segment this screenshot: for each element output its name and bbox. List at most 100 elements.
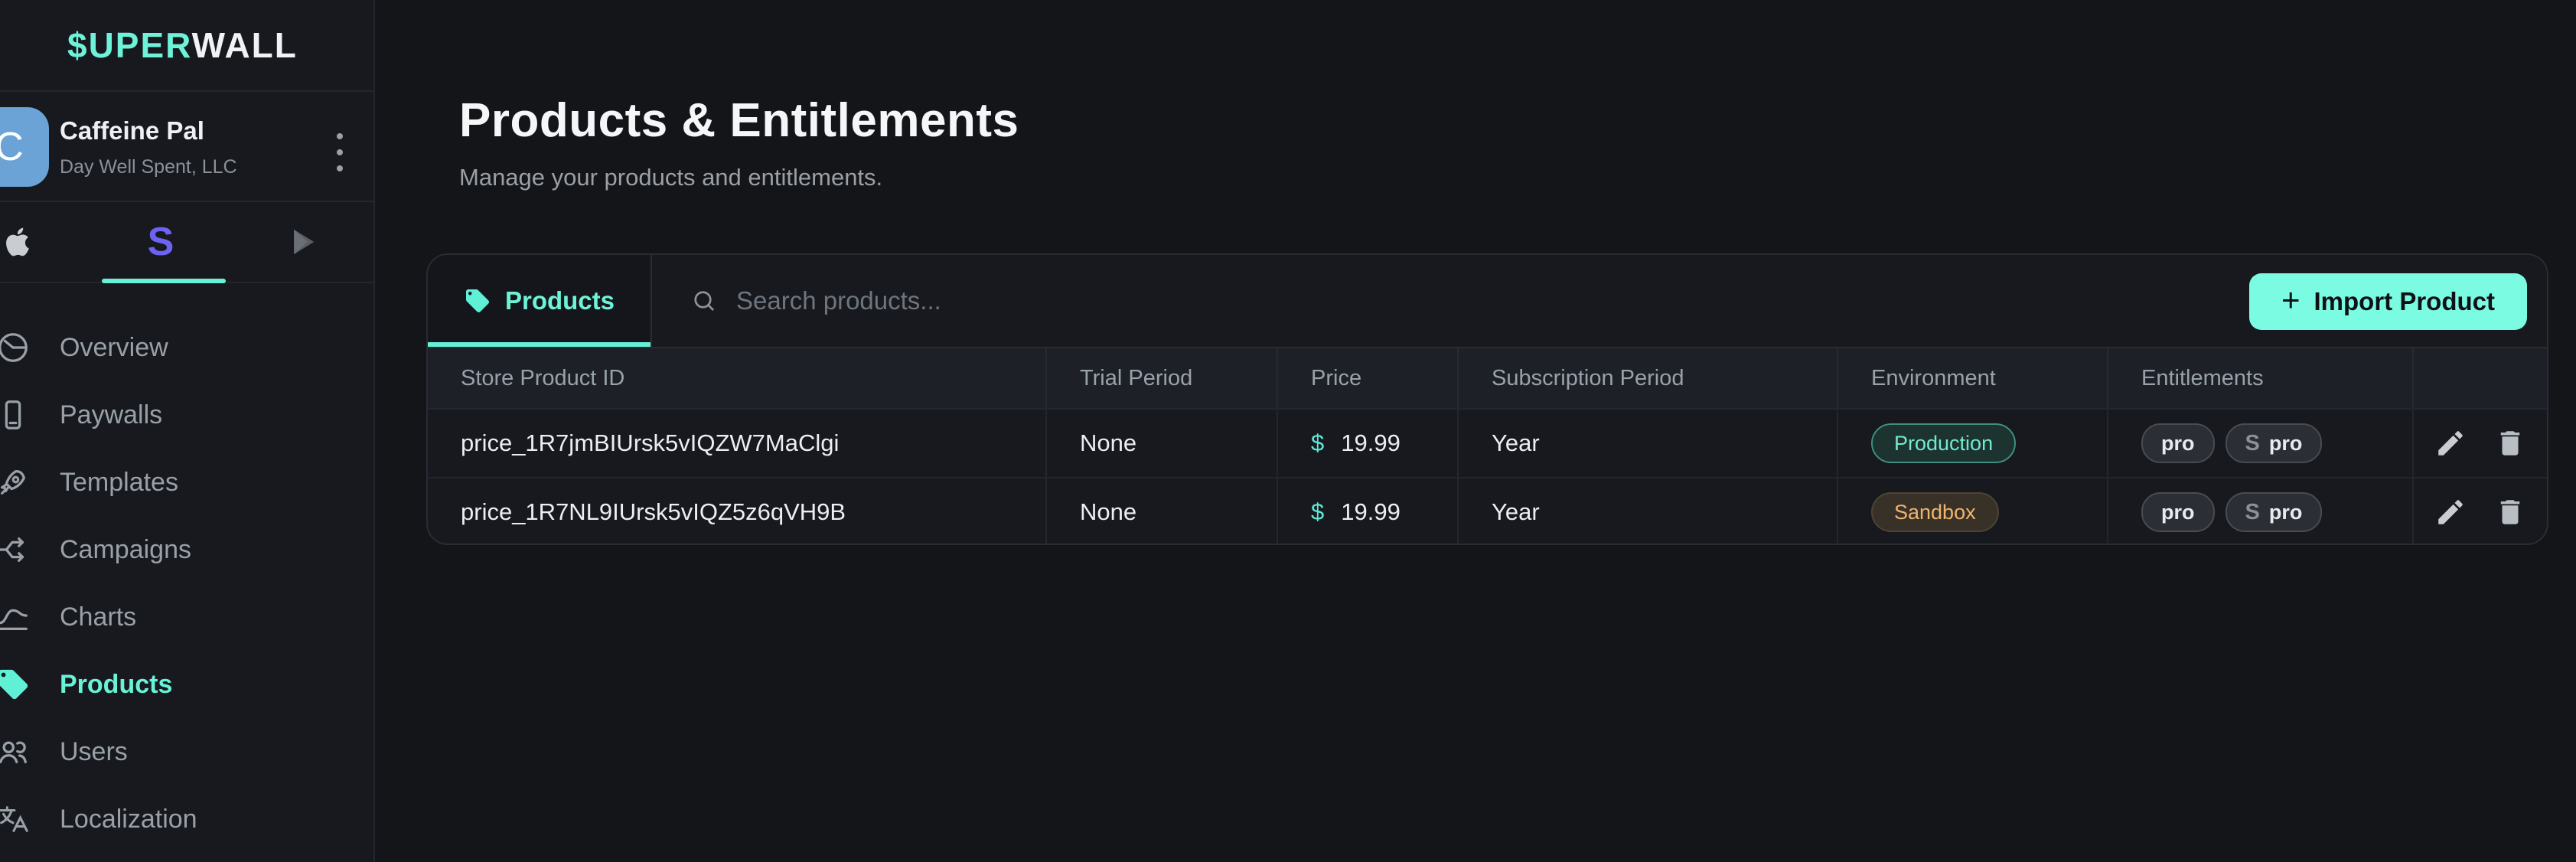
sidebar-item-paywalls[interactable]: Paywalls (0, 381, 373, 449)
tab-products[interactable]: Products (428, 255, 652, 347)
entitlement-label: pro (2269, 432, 2303, 455)
sidebar-item-label: Users (60, 737, 128, 767)
logo-rest-text: WALL (192, 25, 298, 65)
apple-icon (1, 225, 34, 259)
price-value: 19.99 (1341, 498, 1400, 526)
entitlement-badge: pro (2141, 492, 2215, 532)
column-price: Price (1278, 348, 1459, 408)
environment-badge-production: Production (1871, 423, 2016, 463)
main-content: Products & Entitlements Manage your prod… (377, 0, 2576, 862)
cell-store-product-id: price_1R7NL9IUrsk5vIQZ5z6qVH9B (428, 478, 1047, 545)
cell-price: $19.99 (1278, 478, 1459, 545)
column-trial-period: Trial Period (1047, 348, 1278, 408)
charts-icon (0, 599, 31, 635)
superwall-dashboard: { "sidebar": { "logo": { "accent": "$UPE… (0, 0, 2576, 862)
users-icon (0, 734, 31, 769)
price-value: 19.99 (1341, 429, 1400, 457)
app-name: Caffeine Pal (60, 116, 204, 145)
pencil-icon (2434, 496, 2467, 528)
cell-environment: Production (1838, 410, 2108, 477)
tab-stripe[interactable]: S (90, 202, 233, 282)
currency-symbol: $ (1311, 498, 1324, 526)
logo-accent-text: $UPER (67, 25, 192, 65)
page-subtitle: Manage your products and entitlements. (459, 164, 882, 191)
sidebar-item-charts[interactable]: Charts (0, 583, 373, 651)
platform-tabs: S (0, 202, 373, 283)
localization-icon (0, 802, 31, 837)
stripe-s-glyph: S (2245, 500, 2260, 525)
table-header: Store Product ID Trial Period Price Subs… (428, 348, 2547, 408)
entitlement-label: pro (2269, 501, 2303, 524)
sidebar-item-users[interactable]: Users (0, 718, 373, 785)
cell-environment: Sandbox (1838, 478, 2108, 545)
app-selector[interactable]: C Caffeine Pal Day Well Spent, LLC (0, 92, 373, 202)
entitlement-badge: pro (2141, 423, 2215, 463)
sidebar-item-templates[interactable]: Templates (0, 449, 373, 516)
cell-subscription-period: Year (1459, 410, 1838, 477)
cell-trial-period: None (1047, 478, 1278, 545)
delete-button[interactable] (2494, 427, 2526, 459)
plus-icon: + (2281, 284, 2300, 316)
products-tag-icon (0, 667, 31, 702)
table-row: price_1R7jmBIUrsk5vIQZW7MaClgi None $19.… (428, 408, 2547, 477)
sidebar-item-label: Charts (60, 602, 136, 632)
sidebar-item-overview[interactable]: Overview (0, 314, 373, 381)
active-platform-underline (102, 279, 226, 283)
cell-entitlements: pro Spro (2108, 410, 2414, 477)
sidebar-item-label: Overview (60, 333, 168, 363)
sidebar-item-label: Paywalls (60, 400, 162, 430)
tag-icon (464, 287, 491, 315)
app-avatar: C (0, 107, 49, 187)
sidebar-item-label: Templates (60, 468, 178, 498)
sidebar-item-campaigns[interactable]: Campaigns (0, 516, 373, 583)
stripe-s-glyph: S (2245, 431, 2260, 456)
cell-actions (2414, 410, 2547, 477)
sidebar-item-label: Campaigns (60, 535, 191, 565)
column-environment: Environment (1838, 348, 2108, 408)
cell-actions (2414, 478, 2547, 545)
entitlement-badge-stripe: Spro (2225, 423, 2323, 463)
superwall-logo[interactable]: $UPERWALL (0, 0, 373, 92)
cell-entitlements: pro Spro (2108, 478, 2414, 545)
entitlement-badge-stripe: Spro (2225, 492, 2323, 532)
pencil-icon (2434, 427, 2467, 459)
tab-google-play[interactable] (232, 202, 375, 282)
edit-button[interactable] (2434, 427, 2467, 459)
column-actions (2414, 348, 2547, 408)
page-title: Products & Entitlements (459, 93, 1019, 148)
campaigns-icon (0, 532, 31, 567)
sidebar: $UPERWALL C Caffeine Pal Day Well Spent,… (0, 0, 375, 862)
column-subscription-period: Subscription Period (1459, 348, 1838, 408)
logo-wordmark: $UPERWALL (67, 24, 298, 66)
sidebar-item-localization[interactable]: Localization (0, 785, 373, 853)
sidebar-item-label: Localization (60, 805, 197, 834)
trash-icon (2494, 427, 2526, 459)
sidebar-item-products[interactable]: Products (0, 651, 373, 718)
delete-button[interactable] (2494, 496, 2526, 528)
trash-icon (2494, 496, 2526, 528)
app-menu-kebab-icon[interactable] (332, 129, 347, 176)
app-organization: Day Well Spent, LLC (60, 156, 237, 178)
overview-icon (0, 330, 31, 365)
search-input[interactable] (736, 286, 1578, 315)
environment-badge-sandbox: Sandbox (1871, 492, 1999, 532)
cell-store-product-id: price_1R7jmBIUrsk5vIQZW7MaClgi (428, 410, 1047, 477)
column-store-product-id: Store Product ID (428, 348, 1047, 408)
tab-products-label: Products (505, 286, 615, 315)
sidebar-item-label: Products (60, 670, 172, 700)
cell-price: $19.99 (1278, 410, 1459, 477)
google-play-icon (287, 225, 321, 259)
edit-button[interactable] (2434, 496, 2467, 528)
sidebar-nav: Overview Paywalls Templates Campaigns Ch… (0, 283, 373, 853)
column-entitlements: Entitlements (2108, 348, 2414, 408)
tab-app-store[interactable] (0, 202, 90, 282)
panel-toolbar: Products + Import Product (428, 255, 2547, 348)
search-icon (690, 287, 718, 315)
import-product-button[interactable]: + Import Product (2249, 273, 2527, 330)
cell-subscription-period: Year (1459, 478, 1838, 545)
cell-trial-period: None (1047, 410, 1278, 477)
table-row: price_1R7NL9IUrsk5vIQZ5z6qVH9B None $19.… (428, 477, 2547, 545)
import-product-label: Import Product (2314, 287, 2496, 316)
products-panel: Products + Import Product Store Product … (426, 253, 2548, 545)
templates-icon (0, 465, 31, 500)
